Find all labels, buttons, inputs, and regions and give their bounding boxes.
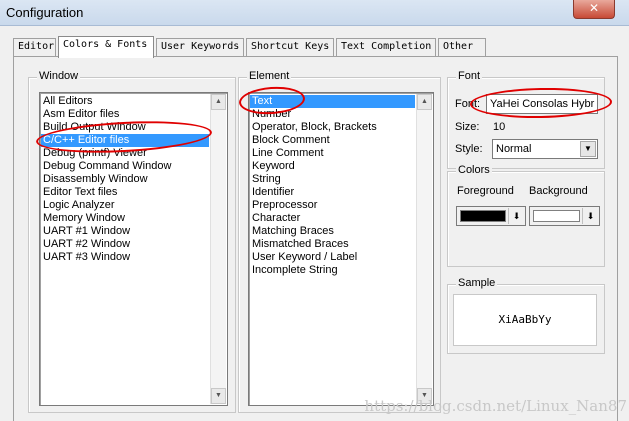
element-list-item[interactable]: Text (250, 95, 415, 108)
style-select[interactable]: Normal ▼ (492, 139, 598, 159)
window-list-item[interactable]: Debug Command Window (41, 160, 209, 173)
dropdown-arrow-icon[interactable]: ⬇ (508, 208, 524, 224)
window-scrollbar[interactable]: ▲ ▼ (210, 94, 226, 404)
tab-shortcut-keys[interactable]: Shortcut Keys (246, 38, 334, 57)
font-group-label: Font (456, 70, 483, 82)
element-list-item[interactable]: Incomplete String (250, 264, 415, 277)
background-swatch (533, 210, 580, 222)
tab-user-keywords[interactable]: User Keywords (156, 38, 244, 57)
window-list-item[interactable]: Logic Analyzer (41, 199, 209, 212)
element-list-item[interactable]: Preprocessor (250, 199, 415, 212)
scroll-up-icon[interactable]: ▲ (417, 94, 432, 110)
window-list-item[interactable]: C/C++ Editor files (41, 134, 209, 147)
window-list-item[interactable]: Disassembly Window (41, 173, 209, 186)
element-list-item[interactable]: Number (250, 108, 415, 121)
element-list-item[interactable]: Block Comment (250, 134, 415, 147)
dropdown-arrow-icon[interactable]: ⬇ (582, 208, 598, 224)
window-title: Configuration (6, 5, 84, 20)
element-scrollbar[interactable]: ▲ ▼ (416, 94, 432, 404)
chevron-down-icon[interactable]: ▼ (580, 141, 596, 157)
window-list-item[interactable]: UART #2 Window (41, 238, 209, 251)
foreground-label: Foreground (457, 185, 514, 197)
window-group-label: Window (37, 70, 81, 82)
element-list-item[interactable]: User Keyword / Label (250, 251, 415, 264)
sample-group-label: Sample (456, 277, 498, 289)
size-value: 10 (493, 121, 506, 133)
window-list-item[interactable]: Editor Text files (41, 186, 209, 199)
element-group-label: Element (247, 70, 292, 82)
tab-editor[interactable]: Editor (13, 38, 56, 57)
title-bar: Configuration ✕ (0, 0, 629, 26)
element-list-item[interactable]: Matching Braces (250, 225, 415, 238)
element-listbox[interactable]: Text Number Operator, Block, Brackets Block… (248, 92, 434, 406)
window-list-item[interactable]: Memory Window (41, 212, 209, 225)
window-listbox[interactable]: All Editors Asm Editor files Build Output … (39, 92, 228, 406)
element-list-item[interactable]: Character (250, 212, 415, 225)
style-label: Style: (455, 143, 483, 155)
window-list-item[interactable]: All Editors (41, 95, 209, 108)
close-button[interactable]: ✕ (573, 0, 615, 19)
foreground-color-button[interactable]: ⬇ (456, 206, 526, 226)
watermark: https://blog.csdn.net/Linux_Nan87 (364, 397, 627, 415)
background-color-button[interactable]: ⬇ (529, 206, 600, 226)
window-list-item[interactable]: Asm Editor files (41, 108, 209, 121)
element-list-item[interactable]: Keyword (250, 160, 415, 173)
window-list-item[interactable]: Build Output Window (41, 121, 209, 134)
scroll-up-icon[interactable]: ▲ (211, 94, 226, 110)
foreground-swatch (460, 210, 506, 222)
font-field[interactable]: YaHei Consolas Hybr (486, 94, 598, 114)
element-list-item[interactable]: String (250, 173, 415, 186)
element-list-item[interactable]: Identifier (250, 186, 415, 199)
size-label: Size: (455, 121, 480, 133)
background-label: Background (529, 185, 588, 197)
element-list-item[interactable]: Mismatched Braces (250, 238, 415, 251)
sample-preview: XiAaBbYy (453, 294, 597, 346)
element-list-item[interactable]: Line Comment (250, 147, 415, 160)
font-label: Font: (455, 98, 481, 110)
window-list-item[interactable]: UART #1 Window (41, 225, 209, 238)
scroll-down-icon[interactable]: ▼ (211, 388, 226, 404)
tab-colors-fonts[interactable]: Colors & Fonts (58, 36, 154, 58)
tab-text-completion[interactable]: Text Completion (336, 38, 436, 57)
element-list-item[interactable]: Operator, Block, Brackets (250, 121, 415, 134)
colors-group-label: Colors (456, 164, 492, 176)
style-value: Normal (496, 143, 532, 155)
window-list-item[interactable]: UART #3 Window (41, 251, 209, 264)
tab-other[interactable]: Other (438, 38, 486, 57)
window-list-item[interactable]: Debug (printf) Viewer (41, 147, 209, 160)
